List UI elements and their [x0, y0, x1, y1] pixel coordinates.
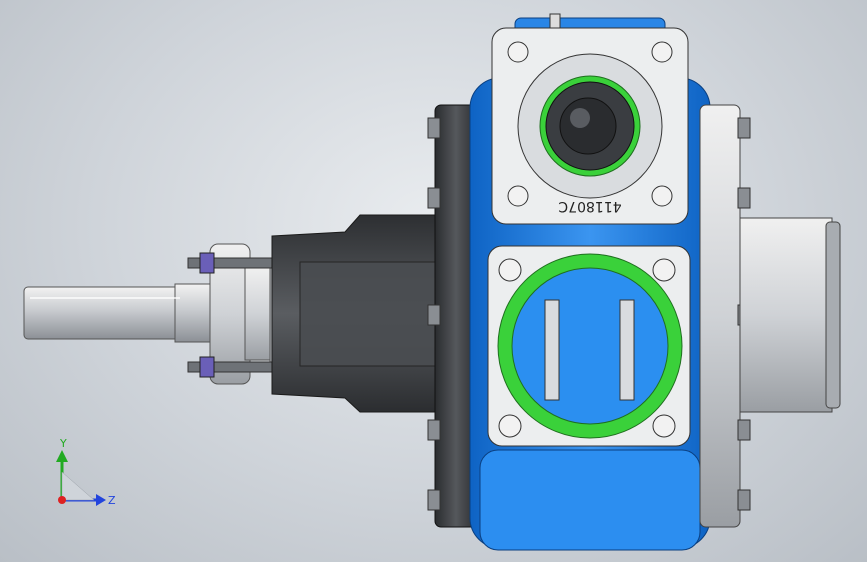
- y-axis-label: Y: [59, 437, 67, 450]
- z-axis-label: Z: [108, 494, 116, 507]
- graphics-viewport[interactable]: 411807C Y Z: [0, 0, 867, 562]
- pump-assembly-model[interactable]: 411807C: [0, 0, 867, 562]
- part-number-engraving: 411807C: [558, 198, 621, 214]
- coordinate-triad: Y Z: [56, 437, 116, 507]
- right-end-cover[interactable]: [739, 217, 841, 413]
- drive-shaft[interactable]: [23, 283, 226, 343]
- bearing-housing[interactable]: [271, 214, 441, 413]
